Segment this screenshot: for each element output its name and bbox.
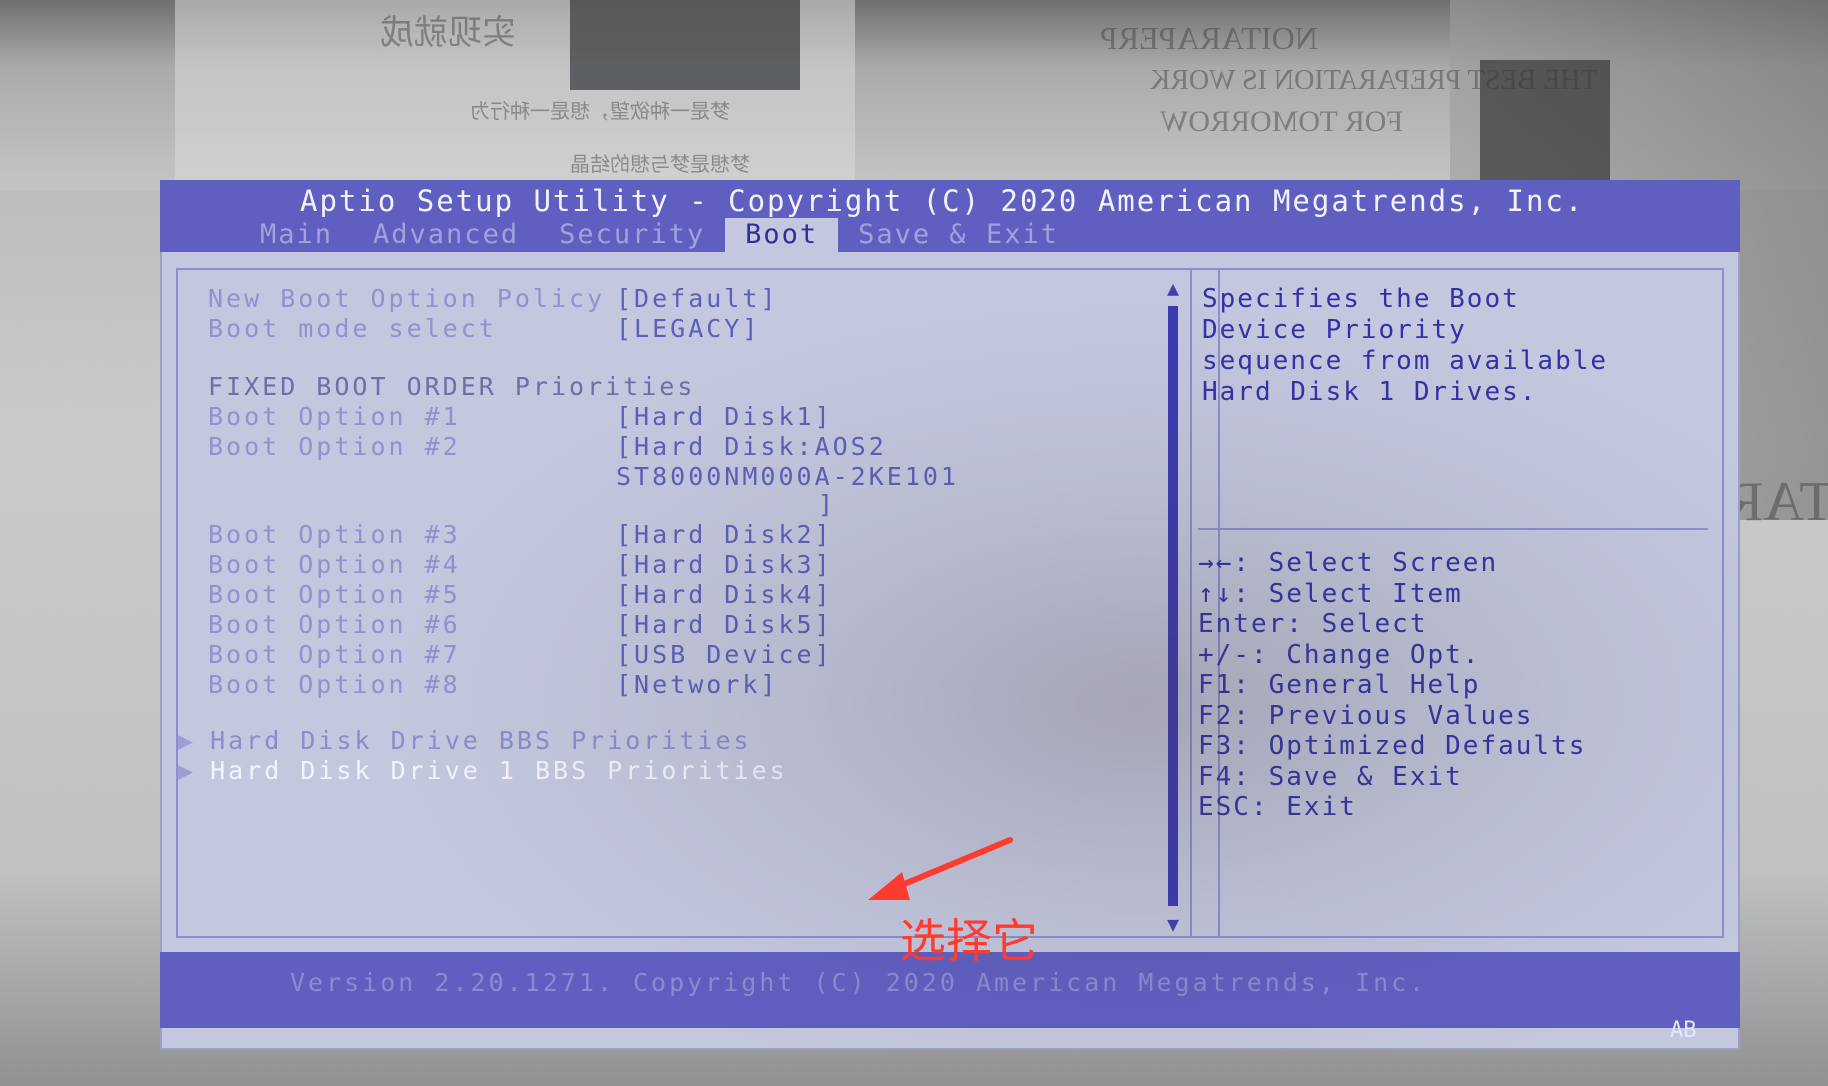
setting-value[interactable]: [Default] — [616, 284, 778, 313]
setting-boot-mode-select[interactable]: Boot mode select — [208, 314, 497, 343]
key-legend: →←: Select Screen ↑↓: Select Item Enter:… — [1198, 548, 1586, 823]
settings-pane: New Boot Option Policy [Default] Boot mo… — [176, 268, 1220, 938]
help-text: Specifies the Boot Device Priority seque… — [1202, 284, 1608, 408]
boot-option-label: Boot Option #4 — [208, 550, 461, 579]
setting-label: Boot mode select — [208, 314, 497, 343]
tab-bar: Main Advanced Security Boot Save & Exit — [240, 218, 1079, 252]
boot-option-7-value[interactable]: [USB Device] — [616, 640, 833, 669]
help-line: Device Priority — [1202, 315, 1467, 345]
boot-option-label: Boot Option #8 — [208, 670, 461, 699]
help-line: sequence from available — [1202, 346, 1609, 376]
boot-option-5-value[interactable]: [Hard Disk4] — [616, 580, 833, 609]
boot-option-value: ] — [818, 490, 837, 519]
key-help-line: F1: General Help — [1198, 670, 1481, 700]
setting-value-text: [LEGACY] — [616, 314, 761, 343]
boot-option-3[interactable]: Boot Option #3 — [208, 520, 461, 549]
boot-option-8[interactable]: Boot Option #8 — [208, 670, 461, 699]
boot-option-4[interactable]: Boot Option #4 — [208, 550, 461, 579]
title-bar: Aptio Setup Utility - Copyright (C) 2020… — [160, 180, 1740, 252]
boot-option-4-value[interactable]: [Hard Disk3] — [616, 550, 833, 579]
boot-option-value: [Hard Disk1] — [616, 402, 833, 431]
tab-main[interactable]: Main — [240, 218, 353, 252]
tab-boot[interactable]: Boot — [725, 218, 839, 252]
boot-option-1[interactable]: Boot Option #1 — [208, 402, 461, 431]
mirror-text: THE BEST PREPARATION IS WORK — [1150, 65, 1598, 96]
mirror-text: 实现就成 — [380, 15, 516, 52]
scroll-up-icon[interactable]: ▲ — [1162, 276, 1184, 300]
boot-option-value: [Hard Disk3] — [616, 550, 833, 579]
boot-option-label: Boot Option #2 — [208, 432, 461, 461]
help-line: Hard Disk 1 Drives. — [1202, 377, 1538, 407]
boot-option-7[interactable]: Boot Option #7 — [208, 640, 461, 669]
boot-option-2-value[interactable]: [Hard Disk:AOS2 — [616, 432, 887, 461]
background-dark-block — [570, 0, 800, 90]
submenu-arrow-icon: ▶ — [178, 726, 197, 755]
scrollbar[interactable]: ▲ ▼ — [1160, 276, 1186, 936]
boot-option-label: Boot Option #3 — [208, 520, 461, 549]
boot-option-6-value[interactable]: [Hard Disk5] — [616, 610, 833, 639]
submenu-hdd-bbs-priorities[interactable]: ▶ Hard Disk Drive BBS Priorities — [178, 726, 752, 755]
tab-advanced[interactable]: Advanced — [353, 218, 539, 252]
submenu-arrow-icon: ▶ — [178, 756, 197, 785]
help-pane: Specifies the Boot Device Priority seque… — [1190, 268, 1724, 938]
boot-option-value: [Hard Disk4] — [616, 580, 833, 609]
boot-option-value: [Network] — [616, 670, 779, 699]
boot-option-2-value-line3: ] — [818, 490, 836, 519]
key-help-line: ↑↓: Select Item — [1198, 578, 1463, 609]
boot-option-value: [Hard Disk5] — [616, 610, 833, 639]
mirror-text: FOR TOMORROW — [1160, 105, 1404, 138]
bios-title: Aptio Setup Utility - Copyright (C) 2020… — [300, 184, 1585, 218]
annotation-text: 选择它 — [900, 914, 1038, 968]
mirror-text: 梦是一种欲望，想是一种行为 — [470, 101, 730, 123]
boot-option-label: Boot Option #5 — [208, 580, 461, 609]
key-help-line: F4: Save & Exit — [1198, 761, 1463, 792]
boot-option-value: [Hard Disk:AOS2 — [616, 432, 887, 461]
boot-option-value: [Hard Disk2] — [616, 520, 833, 549]
key-help-line: F3: Optimized Defaults — [1198, 731, 1587, 761]
key-help-line: Enter: Select — [1198, 609, 1428, 639]
boot-option-label: Boot Option #7 — [208, 640, 461, 669]
boot-option-label: Boot Option #6 — [208, 610, 461, 639]
boot-option-label: Boot Option #1 — [208, 402, 461, 431]
mirror-text: 梦想是梦与想的结晶 — [570, 154, 750, 176]
tab-save-exit[interactable]: Save & Exit — [838, 218, 1079, 252]
submenu-label: Hard Disk Drive BBS Priorities — [210, 726, 752, 755]
setting-new-boot-option-policy[interactable]: New Boot Option Policy — [208, 284, 605, 313]
submenu-label: Hard Disk Drive 1 BBS Priorities — [210, 756, 788, 785]
boot-option-1-value[interactable]: [Hard Disk1] — [616, 402, 833, 431]
boot-option-5[interactable]: Boot Option #5 — [208, 580, 461, 609]
boot-option-value: [USB Device] — [616, 640, 833, 669]
setting-value-text: [Default] — [616, 284, 779, 313]
mirror-text: NOITARAPERP — [1100, 20, 1318, 56]
boot-option-2[interactable]: Boot Option #2 — [208, 432, 461, 461]
key-help-line: +/-: Change Opt. — [1198, 639, 1481, 670]
setting-label: New Boot Option Policy — [208, 284, 606, 313]
help-divider — [1198, 528, 1708, 530]
submenu-hdd1-bbs-priorities[interactable]: ▶ Hard Disk Drive 1 BBS Priorities — [178, 756, 788, 785]
boot-option-6[interactable]: Boot Option #6 — [208, 610, 461, 639]
setting-value[interactable]: [LEGACY] — [616, 314, 760, 343]
boot-option-8-value[interactable]: [Network] — [616, 670, 778, 699]
footer-version: Version 2.20.1271. Copyright (C) 2020 Am… — [290, 968, 1428, 997]
key-help-line: F2: Previous Values — [1198, 700, 1534, 731]
section-header-fixed-boot-order: FIXED BOOT ORDER Priorities — [208, 372, 695, 401]
boot-option-value: ST8000NM000A-2KE101 — [616, 462, 959, 491]
key-help-line: →←: Select Screen — [1198, 548, 1499, 578]
boot-option-3-value[interactable]: [Hard Disk2] — [616, 520, 833, 549]
corner-code: AB — [1670, 1018, 1697, 1043]
help-line: Specifies the Boot — [1202, 284, 1520, 314]
section-header-text: FIXED BOOT ORDER Priorities — [208, 372, 696, 401]
tab-security[interactable]: Security — [539, 218, 725, 252]
boot-option-2-value-line2: ST8000NM000A-2KE101 — [616, 462, 959, 491]
key-help-line: ESC: Exit — [1198, 792, 1357, 822]
scroll-track[interactable] — [1168, 306, 1178, 906]
scroll-down-icon[interactable]: ▼ — [1162, 912, 1184, 936]
